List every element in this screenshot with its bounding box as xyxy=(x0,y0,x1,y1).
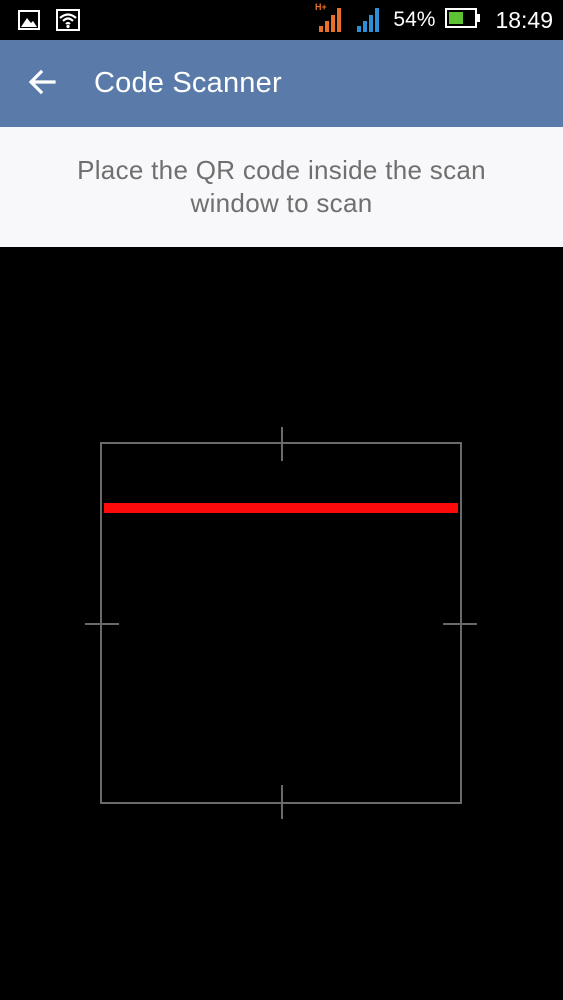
scan-frame-tick-right xyxy=(443,623,477,625)
battery-fill xyxy=(449,12,464,24)
arrow-left-icon xyxy=(28,69,56,99)
wifi-icon xyxy=(56,9,80,35)
instruction-panel: Place the QR code inside the scan window… xyxy=(0,127,563,247)
page-title: Code Scanner xyxy=(94,67,282,99)
scan-laser-line xyxy=(104,503,458,513)
gallery-icon xyxy=(18,10,40,34)
app-bar: Code Scanner xyxy=(0,40,563,127)
signal-icon-sim1: H+ xyxy=(315,2,345,38)
instruction-text: Place the QR code inside the scan window… xyxy=(77,155,486,218)
battery-percent: 54% xyxy=(393,8,436,31)
signal-icon-sim2 xyxy=(355,2,383,38)
back-button[interactable] xyxy=(0,40,88,127)
network-type-label: H+ xyxy=(315,2,327,12)
scan-frame-tick-top xyxy=(281,427,283,461)
battery-icon xyxy=(445,8,481,32)
scan-frame-tick-bottom xyxy=(281,785,283,819)
scan-frame-tick-left xyxy=(85,623,119,625)
clock: 18:49 xyxy=(495,6,553,33)
scan-window xyxy=(85,427,477,819)
camera-preview xyxy=(0,247,563,1000)
status-bar: H+ 54% 18:49 xyxy=(0,0,563,40)
